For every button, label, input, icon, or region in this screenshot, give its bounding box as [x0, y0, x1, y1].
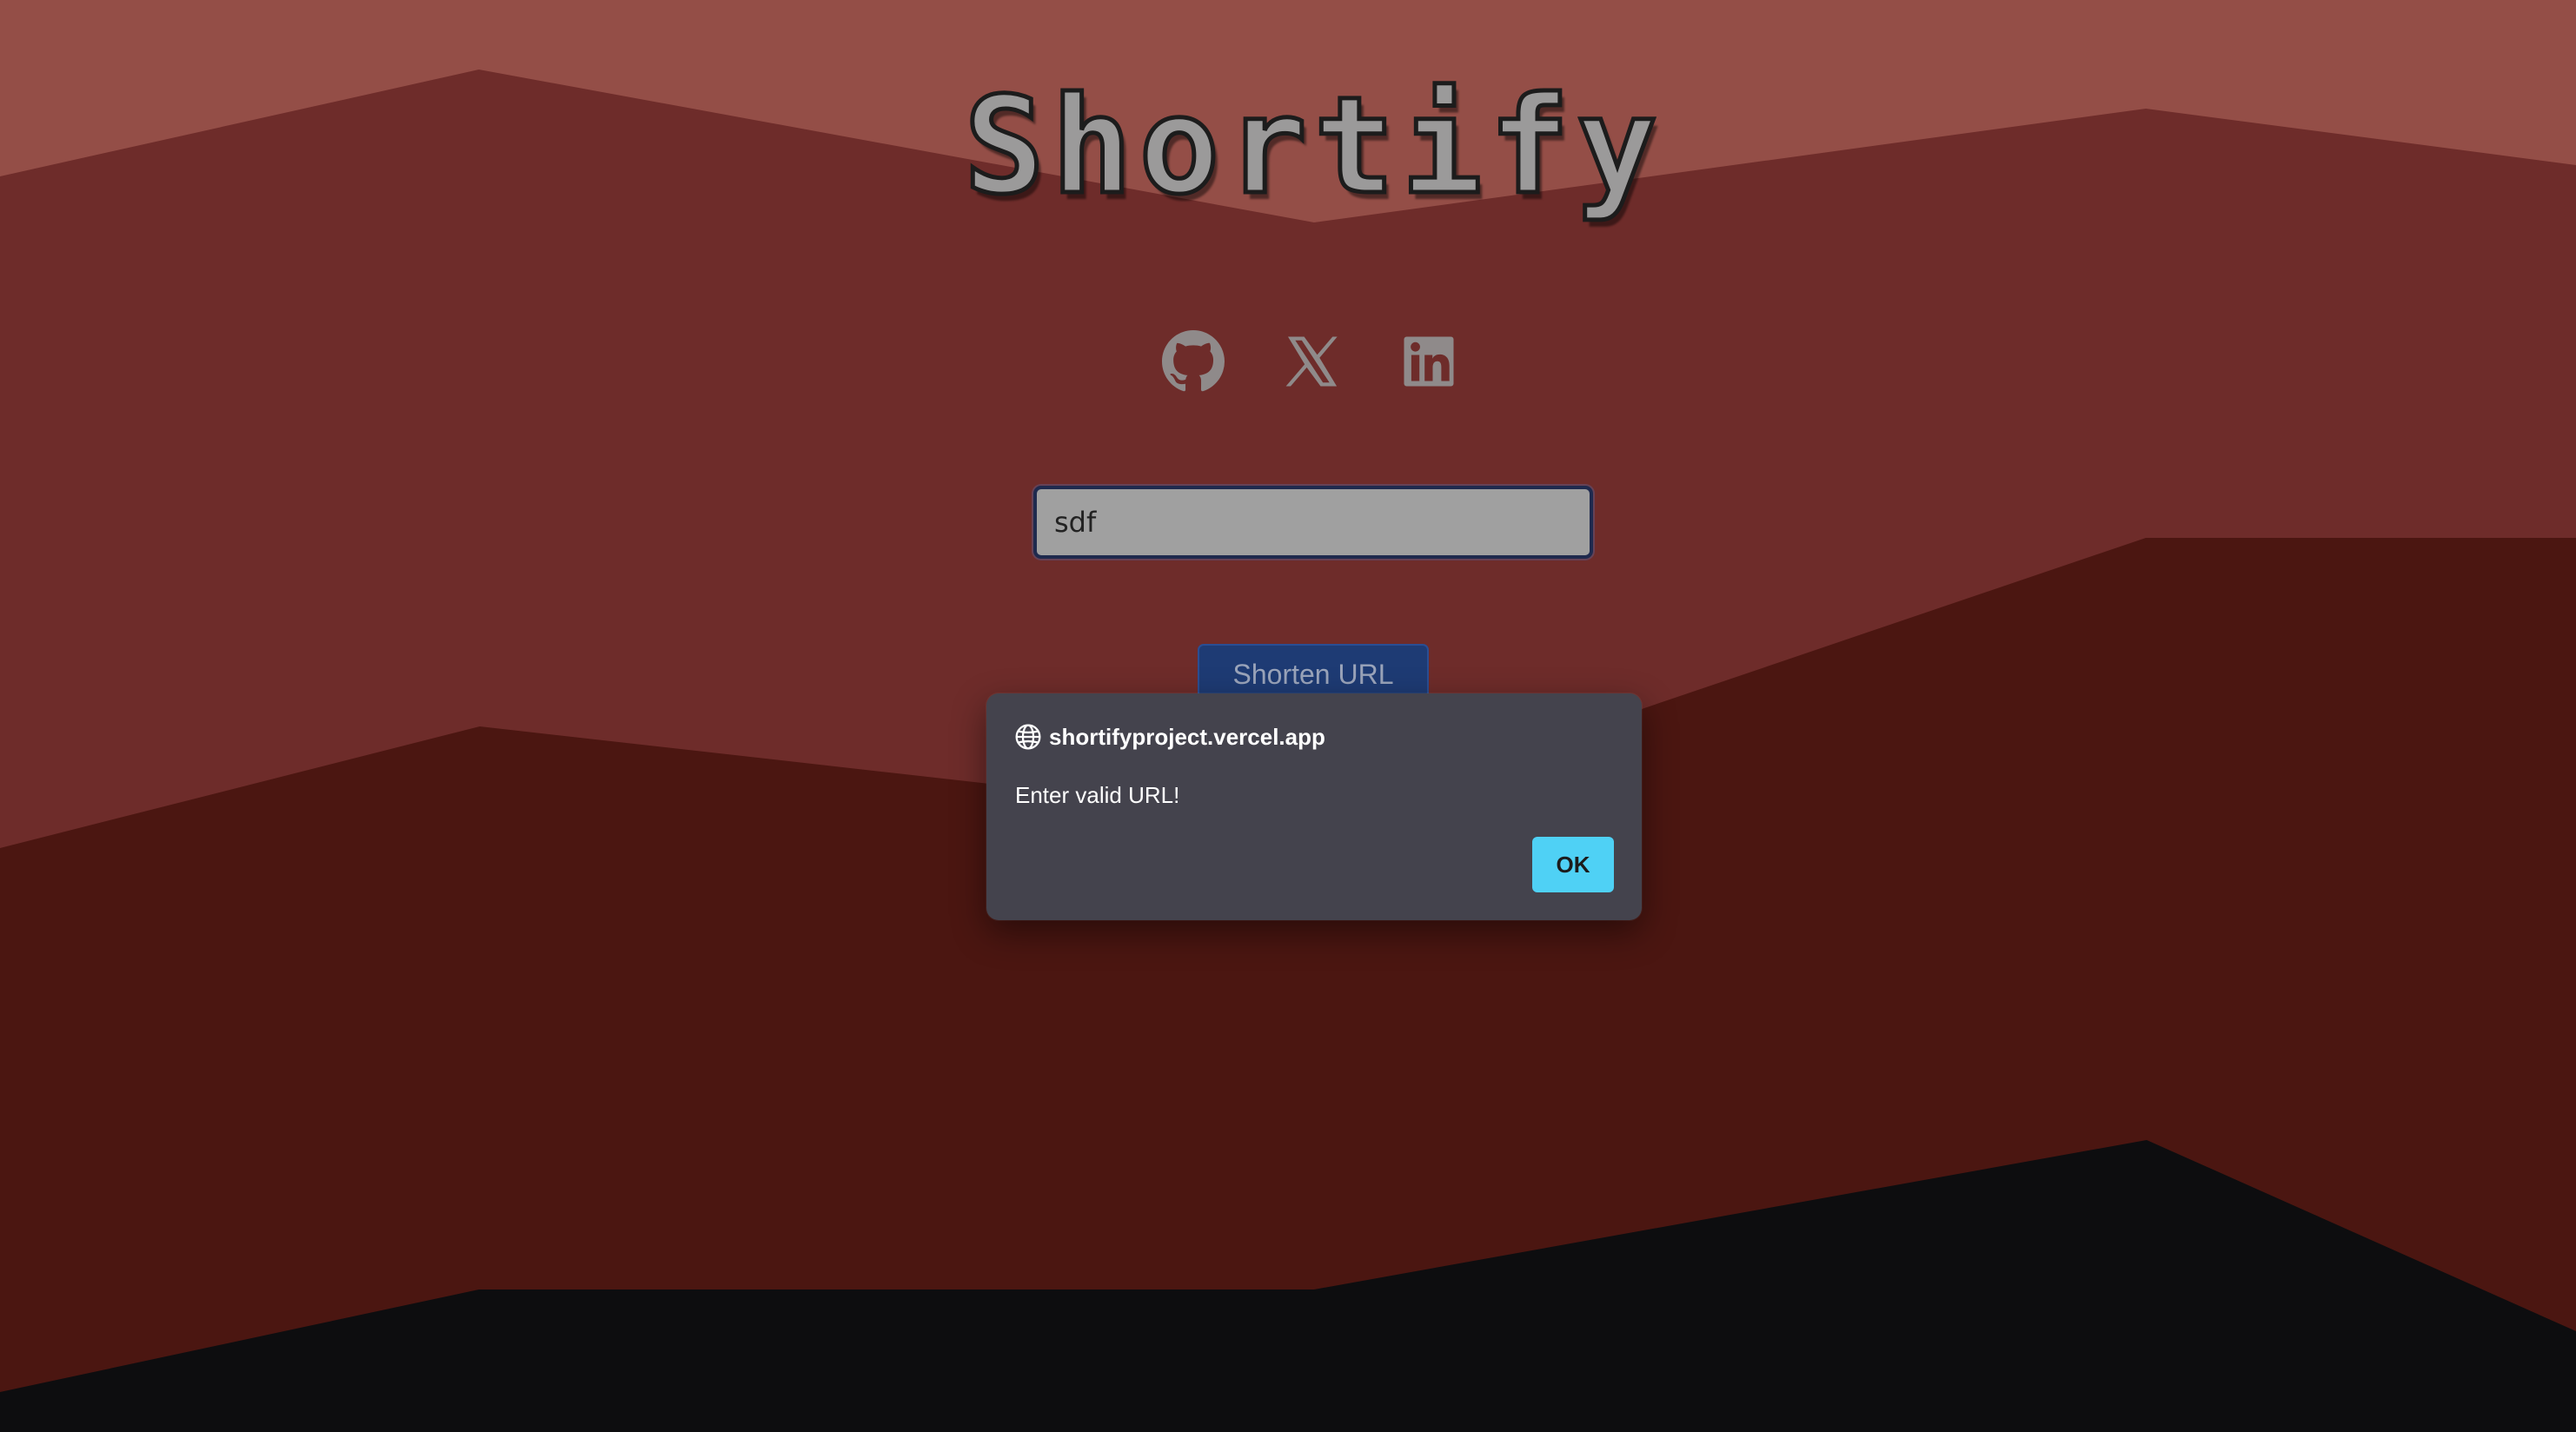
- url-input[interactable]: [1033, 486, 1593, 559]
- alert-ok-button[interactable]: OK: [1532, 837, 1614, 892]
- x-link[interactable]: [1280, 330, 1343, 393]
- globe-icon: [1014, 723, 1042, 751]
- x-icon: [1280, 330, 1343, 393]
- alert-origin: shortifyproject.vercel.app: [1049, 723, 1325, 750]
- linkedin-icon: [1398, 330, 1460, 393]
- page-background: Shortify Shorten URL: [0, 0, 2576, 1432]
- app-title: Shortify: [962, 69, 1664, 224]
- alert-header: shortifyproject.vercel.app: [1014, 722, 1325, 752]
- github-icon: [1162, 330, 1225, 393]
- social-links: [1162, 330, 1457, 393]
- linkedin-link[interactable]: [1398, 330, 1460, 393]
- alert-dialog: shortifyproject.vercel.app Enter valid U…: [986, 693, 1642, 920]
- alert-message: Enter valid URL!: [1015, 782, 1180, 808]
- github-link[interactable]: [1162, 330, 1225, 393]
